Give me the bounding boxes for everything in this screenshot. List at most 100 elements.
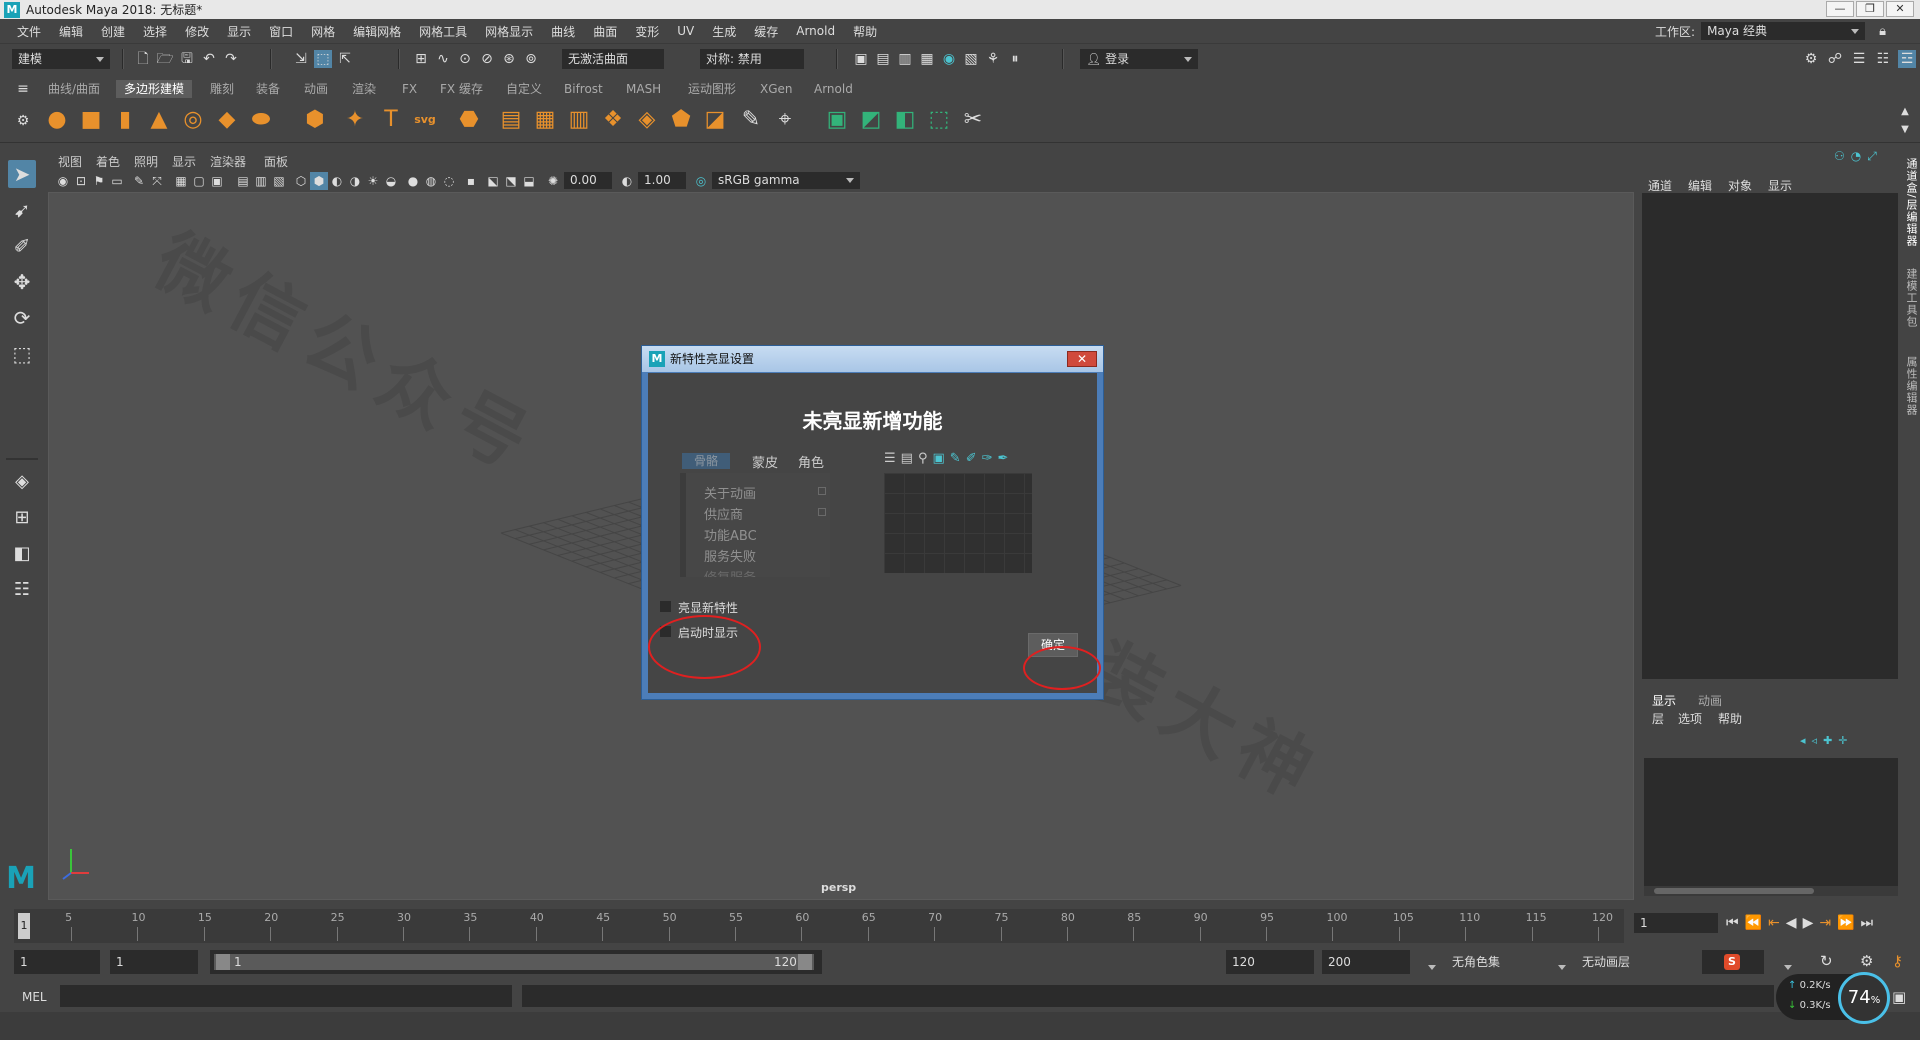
select-camera-icon[interactable]: ◉ (54, 172, 72, 190)
layer-menu-help[interactable]: 帮助 (1718, 710, 1742, 727)
new-layer-selected-icon[interactable]: ✛ (1838, 734, 1847, 747)
cylinder-icon[interactable]: ▮ (110, 105, 140, 135)
bookmark-icon[interactable]: ⚑ (90, 172, 108, 190)
shelf-tab-mash[interactable]: MASH (618, 80, 669, 98)
shelf-scroll-down-icon[interactable]: ▼ (1896, 121, 1914, 139)
single-perspective-layout-icon[interactable]: ◈ (8, 468, 36, 496)
move-layer-up-icon[interactable]: ◂ (1800, 734, 1806, 747)
combine-icon[interactable]: ❖ (598, 105, 628, 135)
smooth-icon[interactable]: ⬣ (454, 105, 484, 135)
snap-curve-icon[interactable]: ∿ (434, 50, 452, 68)
layer-menu-layers[interactable]: 层 (1652, 710, 1664, 727)
scrollbar-thumb[interactable] (1654, 888, 1814, 894)
list-view-icon[interactable]: ☰ (884, 451, 896, 469)
help-icon[interactable]: ◔ (1851, 149, 1861, 164)
step-forward-frame-icon[interactable]: ⇥ (1819, 915, 1831, 931)
outliner-layout-icon[interactable]: ☷ (8, 576, 36, 604)
use-all-lights-icon[interactable]: ☀ (364, 172, 382, 190)
pin-icon[interactable]: ✎ (950, 451, 961, 469)
smooth-shade-icon[interactable]: ⬢ (310, 172, 328, 190)
layer-scrollbar[interactable] (1644, 886, 1898, 896)
chevron-down-icon[interactable] (1558, 959, 1566, 973)
snap-point-icon[interactable]: ⊙ (456, 50, 474, 68)
step-back-frame-icon[interactable]: ⇤ (1768, 915, 1780, 931)
menu-edit[interactable]: 编辑 (50, 23, 92, 40)
menu-surfaces[interactable]: 曲面 (584, 23, 626, 40)
menu-set-dropdown[interactable]: 建模 (12, 49, 110, 69)
menu-cache[interactable]: 缓存 (745, 23, 787, 40)
rotate-tool-icon[interactable]: ⟳ (8, 304, 36, 332)
menu-select[interactable]: 选择 (134, 23, 176, 40)
shelf-tab-rendering[interactable]: 渲染 (344, 80, 384, 98)
super-shape-icon[interactable]: ✦ (340, 105, 370, 135)
undo-icon[interactable]: ↶ (200, 50, 218, 68)
list-item[interactable]: 服务失败 (704, 546, 756, 565)
highlight-new-features-checkbox[interactable] (660, 601, 671, 612)
side-tab-attribute-editor[interactable]: 属性编辑器 (1903, 356, 1919, 416)
four-view-layout-icon[interactable]: ⊞ (8, 504, 36, 532)
snap-vertex-icon[interactable]: ⊚ (522, 50, 540, 68)
textured-icon[interactable]: ◑ (346, 172, 364, 190)
menu-display[interactable]: 显示 (218, 23, 260, 40)
exposure-field[interactable]: 0.00 (564, 172, 612, 189)
character-set-dropdown[interactable]: 无角色集 (1446, 950, 1546, 974)
dialog-close-button[interactable]: ✕ (1067, 351, 1097, 367)
channel-box-icon[interactable]: ☲ (1898, 50, 1916, 68)
menu-mesh-display[interactable]: 网格显示 (476, 23, 542, 40)
render-setup-icon[interactable]: ▧ (962, 50, 980, 68)
layout-icon[interactable]: ◧ (890, 105, 920, 135)
torus-icon[interactable]: ◎ (178, 105, 208, 135)
time-ruler[interactable]: 1 5 10 15 20 25 30 35 40 45 50 55 60 65 70 75 80 85 90 95 1… (14, 909, 1624, 943)
layer-menu-options[interactable]: 选项 (1678, 710, 1702, 727)
range-start-handle[interactable] (216, 954, 230, 970)
anim-prefs-icon[interactable]: ⚙ (1860, 952, 1873, 970)
gate-mask-icon[interactable]: ▤ (234, 172, 252, 190)
go-to-start-icon[interactable]: ⏮ (1726, 915, 1739, 931)
render-view-icon[interactable]: ▣ (852, 50, 870, 68)
multi-cut-icon[interactable]: ✎ (736, 105, 766, 135)
unfold-icon[interactable]: ◩ (856, 105, 886, 135)
uv-editor-icon[interactable]: ▣ (822, 105, 852, 135)
list-item[interactable]: 功能ABC (704, 525, 757, 544)
image-plane-icon[interactable]: ▭ (108, 172, 126, 190)
layer-tab-anim[interactable]: 动画 (1698, 692, 1722, 709)
dialog-tab-skin[interactable]: 蒙皮 (752, 452, 778, 471)
play-backward-icon[interactable]: ◀ (1786, 915, 1797, 931)
gamma-field[interactable]: 1.00 (638, 172, 686, 189)
separate-icon[interactable]: ◈ (632, 105, 662, 135)
save-scene-icon[interactable]: 🖫 (178, 50, 196, 68)
plane-icon[interactable]: ◆ (212, 105, 242, 135)
menu-windows[interactable]: 窗口 (260, 23, 302, 40)
shelf-tab-xgen[interactable]: XGen (752, 80, 801, 98)
select-component-icon[interactable]: ⇱ (336, 50, 354, 68)
exposure-icon[interactable]: ✺ (544, 172, 562, 190)
range-end-handle[interactable] (798, 954, 812, 970)
viewport-menu-renderer[interactable]: 渲染器 (210, 153, 246, 170)
redo-icon[interactable]: ↷ (222, 50, 240, 68)
motion-blur-icon[interactable]: ◍ (422, 172, 440, 190)
boolean-icon[interactable]: ⬟ (666, 105, 696, 135)
menu-deform[interactable]: 变形 (626, 23, 668, 40)
channelbox-menu-edit[interactable]: 编辑 (1688, 177, 1712, 194)
human-ik-icon[interactable]: ☍ (1826, 50, 1844, 68)
modeling-toolkit-icon[interactable]: ⚙ (1802, 50, 1820, 68)
new-scene-icon[interactable]: 🗋 (134, 50, 152, 68)
command-input[interactable] (60, 985, 512, 1007)
planar-map-icon[interactable]: ⬚ (924, 105, 954, 135)
playback-start-field[interactable]: 1 (110, 950, 198, 974)
end-frame-field[interactable]: 200 (1322, 950, 1410, 974)
close-window-button[interactable]: ✕ (1886, 1, 1914, 17)
move-layer-down-icon[interactable]: ◃ (1812, 734, 1818, 747)
maximize-button[interactable]: ❐ (1856, 1, 1884, 17)
lock-icon[interactable]: 🔒︎ (1879, 24, 1886, 39)
text-icon[interactable]: T (376, 105, 406, 135)
persp-outliner-layout-icon[interactable]: ◧ (8, 540, 36, 568)
ambient-occlusion-icon[interactable]: ● (404, 172, 422, 190)
menu-uv[interactable]: UV (668, 24, 703, 38)
menu-create[interactable]: 创建 (92, 23, 134, 40)
svg-icon[interactable]: svg (410, 105, 440, 135)
wireframe-on-shaded-icon[interactable]: ◐ (328, 172, 346, 190)
anim-layer-dropdown[interactable]: 无动画层 (1576, 950, 1676, 974)
menu-help[interactable]: 帮助 (844, 23, 886, 40)
anti-aliasing-icon[interactable]: ◌ (440, 172, 458, 190)
